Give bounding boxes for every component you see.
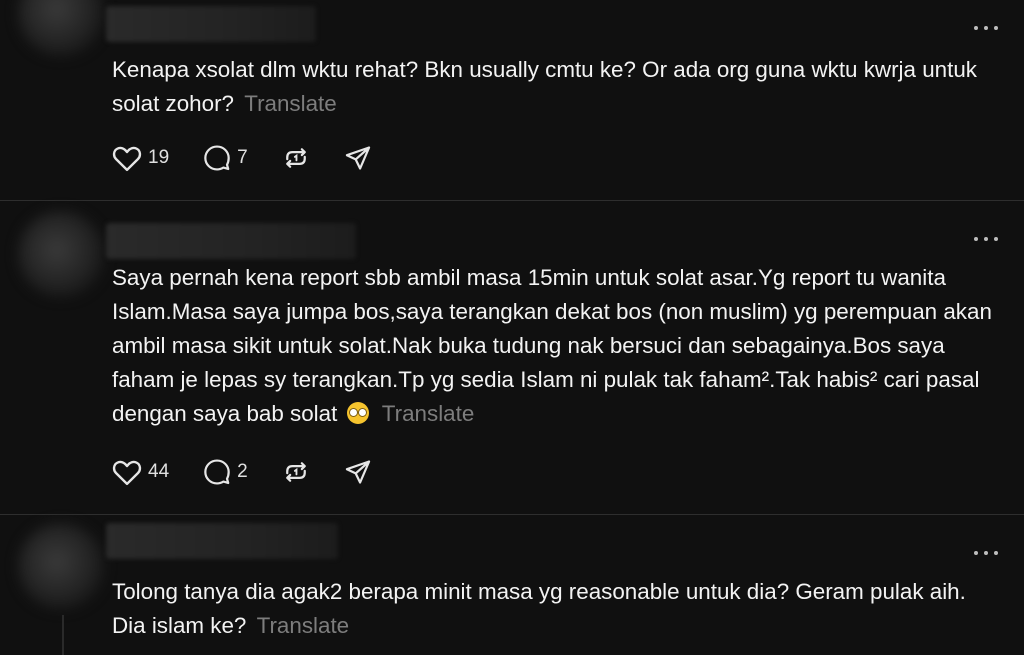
comment-bubble-icon <box>204 459 230 485</box>
translate-link[interactable]: Translate <box>244 91 337 116</box>
repost-button[interactable] <box>282 458 310 486</box>
avatar[interactable] <box>18 0 104 56</box>
translate-link[interactable]: Translate <box>257 613 350 638</box>
like-button[interactable]: 19 <box>112 144 169 172</box>
send-icon <box>345 146 370 170</box>
post-text: Saya pernah kena report sbb ambil masa 1… <box>112 261 1002 431</box>
post-1: Kenapa xsolat dlm wktu rehat? Bkn usuall… <box>0 0 1024 200</box>
post-body: Tolong tanya dia agak2 berapa minit masa… <box>112 579 966 638</box>
username-blurred[interactable] <box>106 6 316 42</box>
like-count: 44 <box>148 461 170 482</box>
reply-count: 2 <box>237 461 248 482</box>
post-actions: 44 2 <box>112 457 406 487</box>
post-2: Saya pernah kena report sbb ambil masa 1… <box>0 201 1024 514</box>
post-3: Tolong tanya dia agak2 berapa minit masa… <box>0 515 1024 655</box>
rolling-eyes-emoji-icon <box>346 402 369 424</box>
heart-icon <box>112 146 142 172</box>
thread-line <box>62 615 64 655</box>
repost-button[interactable] <box>282 144 310 172</box>
more-options-button[interactable] <box>974 234 998 244</box>
heart-icon <box>112 460 142 486</box>
share-button[interactable] <box>344 144 372 172</box>
like-count: 19 <box>148 147 170 168</box>
username-blurred[interactable] <box>106 223 356 259</box>
more-options-button[interactable] <box>974 548 998 558</box>
post-actions: 19 7 <box>112 143 406 173</box>
reply-button[interactable]: 2 <box>203 458 248 486</box>
send-icon <box>345 460 370 484</box>
avatar[interactable] <box>18 523 104 609</box>
share-button[interactable] <box>344 458 372 486</box>
post-body: Kenapa xsolat dlm wktu rehat? Bkn usuall… <box>112 57 977 116</box>
post-text: Tolong tanya dia agak2 berapa minit masa… <box>112 575 1002 643</box>
username-blurred[interactable] <box>106 523 338 559</box>
more-options-button[interactable] <box>974 23 998 33</box>
post-body: Saya pernah kena report sbb ambil masa 1… <box>112 265 992 426</box>
reply-button[interactable]: 7 <box>203 144 248 172</box>
like-button[interactable]: 44 <box>112 458 169 486</box>
post-text: Kenapa xsolat dlm wktu rehat? Bkn usuall… <box>112 53 1002 121</box>
reply-count: 7 <box>237 147 248 168</box>
translate-link[interactable]: Translate <box>382 401 475 426</box>
avatar[interactable] <box>18 211 104 297</box>
comment-bubble-icon <box>204 145 230 171</box>
repost-icon <box>285 148 306 168</box>
repost-icon <box>285 462 306 482</box>
